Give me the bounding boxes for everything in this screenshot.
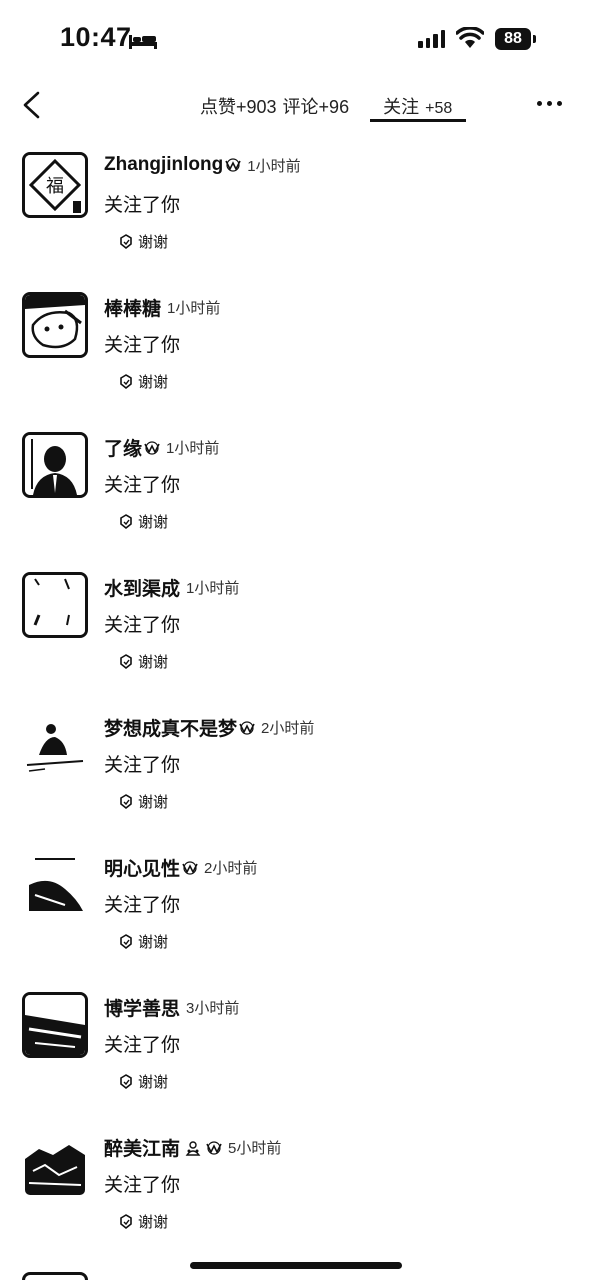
username[interactable]: 博学善思	[104, 994, 180, 1021]
vip-badge-icon	[239, 720, 255, 735]
flower-emoji-icon	[185, 1140, 201, 1156]
timestamp: 1小时前	[186, 580, 240, 597]
vip-badge-icon	[206, 1140, 222, 1155]
tab-likes[interactable]: 点赞+903	[200, 93, 277, 119]
avatar[interactable]	[22, 1272, 88, 1280]
thanks-icon	[120, 513, 132, 529]
battery-indicator: 88	[495, 28, 531, 50]
timestamp: 2小时前	[204, 860, 258, 877]
thanks-button[interactable]: 谢谢	[118, 231, 168, 252]
thanks-button[interactable]: 谢谢	[118, 1071, 168, 1092]
notification-text: 关注了你	[104, 1175, 181, 1196]
thanks-button[interactable]: 谢谢	[118, 1211, 168, 1232]
username[interactable]: 明心见性	[104, 854, 180, 881]
thanks-button[interactable]: 谢谢	[118, 511, 168, 532]
list-item: 水到渠成 1小时前 关注了你 谢谢	[0, 560, 590, 700]
notification-text: 关注了你	[104, 755, 181, 776]
thanks-label: 谢谢	[138, 514, 169, 531]
name-row: 了缘 1小时前	[104, 434, 219, 461]
list-item: 棒棒糖 1小时前 关注了你 谢谢	[0, 280, 590, 420]
thanks-button[interactable]: 谢谢	[118, 931, 168, 952]
timestamp: 1小时前	[167, 300, 221, 317]
thanks-icon	[120, 1213, 132, 1229]
wifi-icon	[456, 27, 484, 48]
notification-tabs: 点赞+903 评论+96 关注 +58	[200, 93, 452, 119]
home-indicator[interactable]	[190, 1262, 402, 1269]
username[interactable]: 梦想成真不是梦	[104, 714, 237, 741]
list-item: 醉美江南 5小时前 关注了你 谢谢	[0, 1120, 590, 1260]
more-options-icon[interactable]	[537, 101, 562, 106]
avatar[interactable]: 福	[22, 152, 88, 218]
battery-cap	[533, 35, 536, 43]
notification-text: 关注了你	[104, 475, 181, 496]
name-row: Zhangjinlong 1小时前	[104, 154, 301, 176]
tab-comments[interactable]: 评论+96	[283, 93, 350, 119]
thanks-button[interactable]: 谢谢	[118, 791, 168, 812]
vip-badge-icon	[225, 158, 241, 172]
list-item: 博学善思 3小时前 关注了你 谢谢	[0, 980, 590, 1120]
name-row: 醉美江南 5小时前	[104, 1134, 281, 1161]
timestamp: 3小时前	[186, 1000, 240, 1017]
name-row: 明心见性 2小时前	[104, 854, 257, 881]
vip-badge-icon	[144, 440, 160, 455]
avatar[interactable]	[22, 1132, 88, 1198]
header-bar: 点赞+903 评论+96 关注 +58	[0, 80, 590, 130]
thanks-label: 谢谢	[138, 1214, 169, 1231]
thanks-label: 谢谢	[138, 794, 169, 811]
thanks-icon	[120, 233, 132, 249]
avatar[interactable]	[22, 292, 88, 358]
follower-list: 福 Zhangjinlong 1小时前 关注了你 谢谢 棒棒糖 1小时前 关注了…	[0, 140, 590, 1260]
username[interactable]: Zhangjinlong	[104, 154, 223, 176]
thanks-icon	[120, 373, 132, 389]
name-row: 水到渠成 1小时前	[104, 574, 239, 601]
thanks-label: 谢谢	[138, 1074, 169, 1091]
list-item: 福 Zhangjinlong 1小时前 关注了你 谢谢	[0, 140, 590, 280]
thanks-icon	[120, 933, 132, 949]
thanks-icon	[120, 1073, 132, 1089]
tab-follows[interactable]: 关注 +58	[383, 93, 452, 119]
thanks-label: 谢谢	[138, 234, 169, 251]
thanks-label: 谢谢	[138, 654, 169, 671]
list-item: 明心见性 2小时前 关注了你 谢谢	[0, 840, 590, 980]
username[interactable]: 棒棒糖	[104, 294, 161, 321]
timestamp: 1小时前	[166, 440, 220, 457]
cellular-signal-icon	[418, 30, 445, 48]
back-arrow-icon[interactable]	[18, 90, 46, 120]
username[interactable]: 醉美江南	[104, 1134, 180, 1161]
notification-text: 关注了你	[104, 895, 181, 916]
list-item: 梦想成真不是梦 2小时前 关注了你 谢谢	[0, 700, 590, 840]
avatar[interactable]	[22, 432, 88, 498]
timestamp: 2小时前	[261, 720, 315, 737]
status-time: 10:47	[60, 22, 132, 52]
avatar[interactable]	[22, 992, 88, 1058]
thanks-icon	[120, 653, 132, 669]
vip-badge-icon	[182, 860, 198, 875]
sleep-focus-icon	[129, 35, 157, 49]
name-row: 博学善思 3小时前	[104, 994, 239, 1021]
timestamp: 5小时前	[228, 1140, 282, 1157]
avatar[interactable]	[22, 572, 88, 638]
tab-follows-label: 关注	[383, 97, 420, 117]
status-bar: 10:47 88	[0, 0, 590, 80]
thanks-label: 谢谢	[138, 374, 169, 391]
active-tab-underline	[370, 119, 466, 122]
username[interactable]: 水到渠成	[104, 574, 180, 601]
list-item: 了缘 1小时前 关注了你 谢谢	[0, 420, 590, 560]
avatar[interactable]	[22, 712, 88, 778]
notification-text: 关注了你	[104, 195, 181, 216]
name-row: 梦想成真不是梦 2小时前	[104, 714, 314, 741]
thanks-icon	[120, 793, 132, 809]
username[interactable]: 了缘	[104, 434, 142, 461]
notification-text: 关注了你	[104, 615, 181, 636]
notification-text: 关注了你	[104, 335, 181, 356]
notification-text: 关注了你	[104, 1035, 181, 1056]
name-row: 棒棒糖 1小时前	[104, 294, 220, 321]
avatar[interactable]	[22, 852, 88, 918]
timestamp: 1小时前	[247, 157, 301, 175]
thanks-button[interactable]: 谢谢	[118, 371, 168, 392]
svg-text:福: 福	[46, 176, 64, 197]
tab-follows-count: +58	[425, 100, 453, 117]
thanks-label: 谢谢	[138, 934, 169, 951]
thanks-button[interactable]: 谢谢	[118, 651, 168, 672]
